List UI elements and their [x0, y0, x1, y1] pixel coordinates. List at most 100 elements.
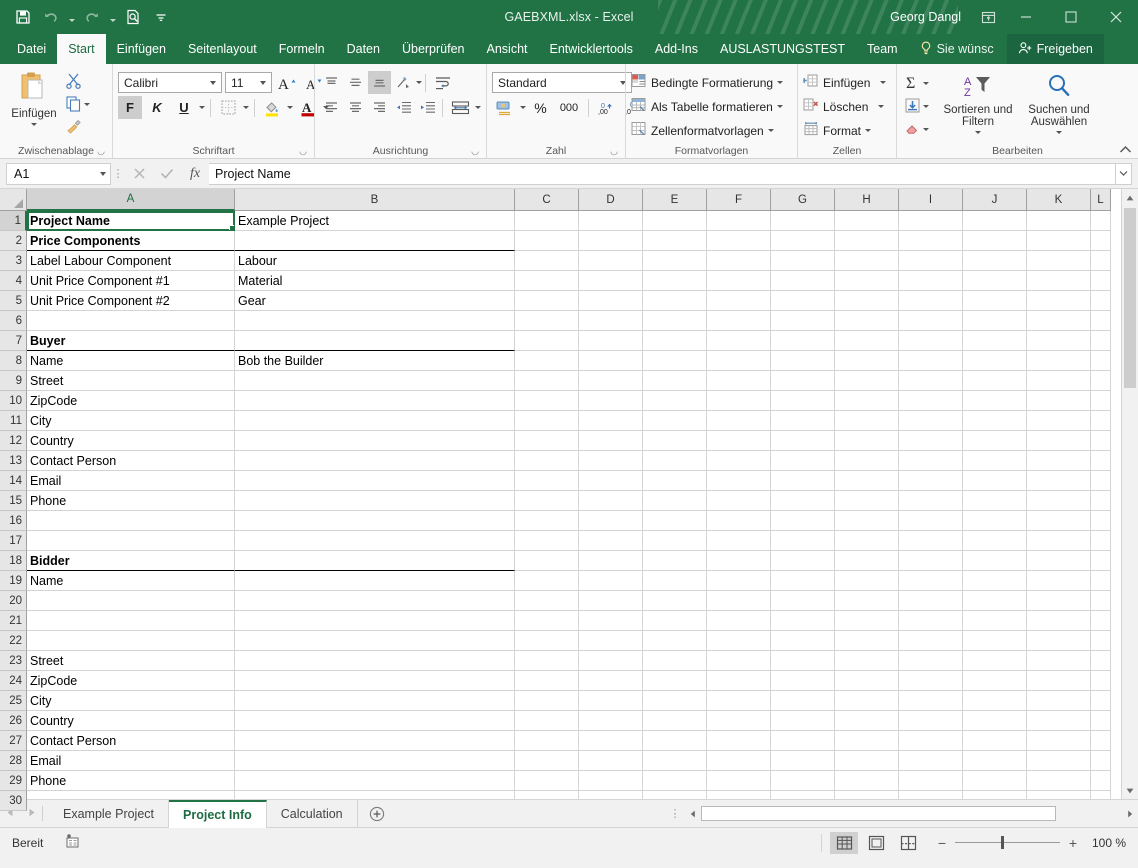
cell-E16[interactable] [643, 511, 707, 531]
cell-F25[interactable] [707, 691, 771, 711]
cell-B14[interactable] [235, 471, 515, 491]
cell-L12[interactable] [1091, 431, 1111, 451]
cell-H13[interactable] [835, 451, 899, 471]
row-header-25[interactable]: 25 [0, 691, 27, 711]
cell-A7[interactable]: Buyer [27, 331, 235, 351]
row-header-5[interactable]: 5 [0, 291, 27, 311]
delete-cells-button[interactable]: Löschen [803, 95, 885, 118]
cell-F28[interactable] [707, 751, 771, 771]
customize-quick-access-toolbar-icon[interactable] [148, 5, 174, 29]
zoom-level[interactable]: 100 % [1086, 836, 1132, 850]
row-header-20[interactable]: 20 [0, 591, 27, 611]
cell-A13[interactable]: Contact Person [27, 451, 235, 471]
close-button[interactable] [1093, 0, 1138, 34]
cell-C21[interactable] [515, 611, 579, 631]
cell-H26[interactable] [835, 711, 899, 731]
cell-L15[interactable] [1091, 491, 1111, 511]
cell-H2[interactable] [835, 231, 899, 251]
tell-me-box[interactable]: Sie wünsc [909, 34, 1005, 64]
cell-C17[interactable] [515, 531, 579, 551]
merge-and-center-button[interactable] [446, 96, 474, 119]
chevron-down-icon[interactable] [923, 82, 929, 85]
scroll-up-button[interactable] [1122, 189, 1138, 206]
sheet-tab-project-info[interactable]: Project Info [169, 800, 267, 828]
cell-G26[interactable] [771, 711, 835, 731]
cell-I20[interactable] [899, 591, 963, 611]
cell-B23[interactable] [235, 651, 515, 671]
cell-F14[interactable] [707, 471, 771, 491]
cell-L2[interactable] [1091, 231, 1111, 251]
cell-I27[interactable] [899, 731, 963, 751]
cell-A8[interactable]: Name [27, 351, 235, 371]
cell-D7[interactable] [579, 331, 643, 351]
cell-J5[interactable] [963, 291, 1027, 311]
cell-K26[interactable] [1027, 711, 1091, 731]
cell-D8[interactable] [579, 351, 643, 371]
cell-D21[interactable] [579, 611, 643, 631]
cell-B16[interactable] [235, 511, 515, 531]
cell-H30[interactable] [835, 791, 899, 799]
cell-E10[interactable] [643, 391, 707, 411]
cell-I6[interactable] [899, 311, 963, 331]
cell-A25[interactable]: City [27, 691, 235, 711]
row-header-18[interactable]: 18 [0, 551, 27, 571]
row-header-17[interactable]: 17 [0, 531, 27, 551]
cell-A22[interactable] [27, 631, 235, 651]
cell-E13[interactable] [643, 451, 707, 471]
cell-H21[interactable] [835, 611, 899, 631]
cell-K15[interactable] [1027, 491, 1091, 511]
cell-J25[interactable] [963, 691, 1027, 711]
borders-button[interactable] [216, 96, 240, 119]
cell-G18[interactable] [771, 551, 835, 571]
vertical-scroll-thumb[interactable] [1124, 208, 1136, 388]
cell-H24[interactable] [835, 671, 899, 691]
percent-format-button[interactable]: % [529, 96, 552, 119]
cell-F23[interactable] [707, 651, 771, 671]
cell-I26[interactable] [899, 711, 963, 731]
cell-B5[interactable]: Gear [235, 291, 515, 311]
chevron-down-icon[interactable] [923, 105, 929, 108]
cell-E25[interactable] [643, 691, 707, 711]
cell-I15[interactable] [899, 491, 963, 511]
row-header-12[interactable]: 12 [0, 431, 27, 451]
cell-I4[interactable] [899, 271, 963, 291]
cell-I17[interactable] [899, 531, 963, 551]
cell-E12[interactable] [643, 431, 707, 451]
cell-C2[interactable] [515, 231, 579, 251]
cell-G12[interactable] [771, 431, 835, 451]
cell-B11[interactable] [235, 411, 515, 431]
cell-H8[interactable] [835, 351, 899, 371]
cell-I28[interactable] [899, 751, 963, 771]
cell-D3[interactable] [579, 251, 643, 271]
row-header-7[interactable]: 7 [0, 331, 27, 351]
cell-B26[interactable] [235, 711, 515, 731]
row-header-30[interactable]: 30 [0, 791, 27, 811]
align-right-button[interactable] [368, 96, 391, 119]
chevron-down-icon[interactable] [865, 129, 872, 132]
merge-dropdown-icon[interactable] [475, 106, 481, 109]
cell-K5[interactable] [1027, 291, 1091, 311]
cell-L16[interactable] [1091, 511, 1111, 531]
cell-I12[interactable] [899, 431, 963, 451]
cell-F3[interactable] [707, 251, 771, 271]
cell-E6[interactable] [643, 311, 707, 331]
cell-B25[interactable] [235, 691, 515, 711]
ribbon-tab-einfuegen[interactable]: Einfügen [106, 34, 177, 64]
underline-button[interactable]: U [172, 96, 196, 119]
orientation-button[interactable]: a [392, 71, 415, 94]
row-header-14[interactable]: 14 [0, 471, 27, 491]
cell-C13[interactable] [515, 451, 579, 471]
cell-E23[interactable] [643, 651, 707, 671]
cell-J9[interactable] [963, 371, 1027, 391]
cell-J14[interactable] [963, 471, 1027, 491]
cell-L28[interactable] [1091, 751, 1111, 771]
cell-D2[interactable] [579, 231, 643, 251]
cell-C6[interactable] [515, 311, 579, 331]
cell-D14[interactable] [579, 471, 643, 491]
cell-F10[interactable] [707, 391, 771, 411]
cell-B22[interactable] [235, 631, 515, 651]
find-and-select-button[interactable]: Suchen und Auswählen [1018, 70, 1100, 134]
clear-button[interactable] [902, 119, 938, 140]
cell-G25[interactable] [771, 691, 835, 711]
cell-B19[interactable] [235, 571, 515, 591]
